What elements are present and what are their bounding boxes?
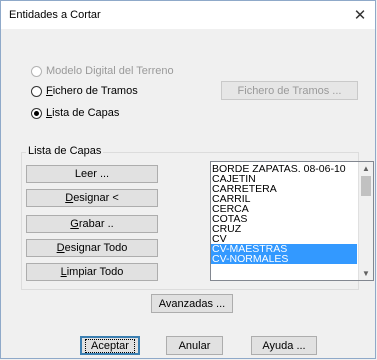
list-item[interactable]: CRUZ	[211, 224, 357, 235]
chevron-up-icon[interactable]: ▲	[359, 164, 373, 173]
leer-button[interactable]: Leer ...	[26, 165, 158, 183]
radio-label: Modelo Digital del Terreno	[46, 65, 174, 77]
dialog-window: Entidades a Cortar ✕ Modelo Digital del …	[0, 0, 376, 359]
designar-todo-button[interactable]: Designar Todo	[26, 239, 158, 257]
grabar-button[interactable]: Grabar ..	[26, 215, 158, 233]
limpiar-todo-button[interactable]: Limpiar Todo	[26, 263, 158, 281]
radio-fichero-de-tramos[interactable]: Fichero de Tramos	[31, 85, 138, 97]
button-label: Limpiar Todo	[60, 266, 124, 278]
avanzadas-button[interactable]: Avanzadas ...	[151, 294, 233, 313]
listbox-scrollbar[interactable]: ▲ ▼	[358, 162, 373, 280]
button-label: Designar <	[65, 192, 119, 204]
dialog-title: Entidades a Cortar	[9, 9, 101, 21]
aceptar-button[interactable]: Aceptar	[80, 336, 140, 355]
fichero-de-tramos-button: Fichero de Tramos ...	[221, 81, 358, 100]
radio-button	[31, 65, 42, 77]
layers-list: BORDE ZAPATAS. 08-06-10 CAJETIN CARRETERA C…	[211, 164, 357, 264]
radio-label: Fichero de Tramos	[46, 85, 138, 97]
list-item[interactable]: CV-NORMALES	[211, 254, 357, 264]
designar-button[interactable]: Designar <	[26, 189, 158, 207]
button-label: Avanzadas ...	[158, 297, 226, 310]
close-icon[interactable]: ✕	[345, 1, 375, 29]
button-label: Leer ...	[74, 168, 110, 180]
chevron-down-icon[interactable]: ▼	[359, 269, 373, 278]
radio-label: Lista de Capas	[46, 107, 120, 119]
button-label: Grabar ..	[70, 218, 114, 230]
group-label: Lista de Capas	[26, 145, 104, 157]
radio-button[interactable]	[31, 107, 42, 119]
layers-listbox[interactable]: BORDE ZAPATAS. 08-06-10 CAJETIN CARRETERA C…	[210, 161, 374, 281]
button-label: Ayuda ...	[262, 339, 306, 352]
button-label: Fichero de Tramos ...	[237, 84, 342, 97]
ayuda-button[interactable]: Ayuda ...	[251, 336, 317, 355]
title-bar: Entidades a Cortar ✕	[1, 1, 375, 29]
anular-button[interactable]: Anular	[166, 336, 223, 355]
scrollbar-thumb[interactable]	[361, 176, 371, 196]
radio-lista-de-capas[interactable]: Lista de Capas	[31, 107, 119, 119]
button-label: Designar Todo	[56, 242, 128, 254]
radio-modelo-digital: Modelo Digital del Terreno	[31, 65, 174, 77]
button-label: Aceptar	[85, 338, 135, 353]
radio-button[interactable]	[31, 85, 42, 97]
button-label: Anular	[178, 339, 211, 352]
